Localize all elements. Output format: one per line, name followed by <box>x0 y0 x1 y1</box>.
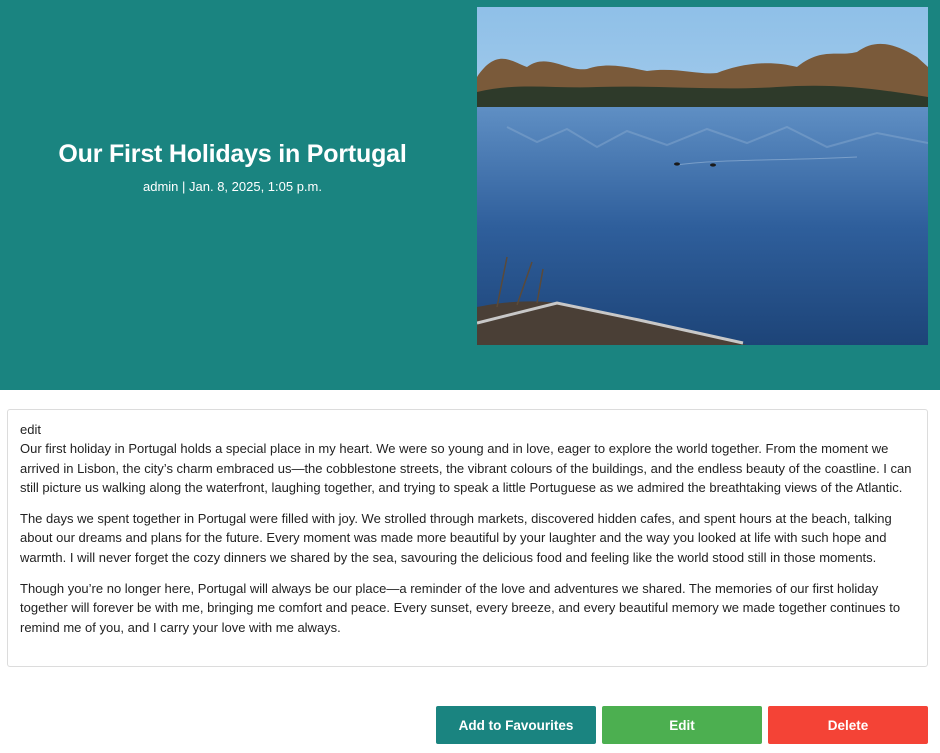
post-paragraph: Our first holiday in Portugal holds a sp… <box>20 441 912 495</box>
post-body: edit Our first holiday in Portugal holds… <box>7 409 928 667</box>
post-title: Our First Holidays in Portugal <box>58 140 407 168</box>
add-to-favourites-button[interactable]: Add to Favourites <box>436 706 596 744</box>
post-paragraph: Though you’re no longer here, Portugal w… <box>20 581 901 635</box>
post-paragraph: The days we spent together in Portugal w… <box>20 511 892 565</box>
post-image <box>477 7 928 345</box>
delete-button[interactable]: Delete <box>768 706 928 744</box>
post-header: Our First Holidays in Portugal admin | J… <box>0 0 940 390</box>
lake-photo <box>477 7 928 345</box>
post-header-text: Our First Holidays in Portugal admin | J… <box>0 140 465 194</box>
post-meta: admin | Jan. 8, 2025, 1:05 p.m. <box>143 179 322 194</box>
edit-button[interactable]: Edit <box>602 706 762 744</box>
edit-label: edit <box>20 422 41 437</box>
